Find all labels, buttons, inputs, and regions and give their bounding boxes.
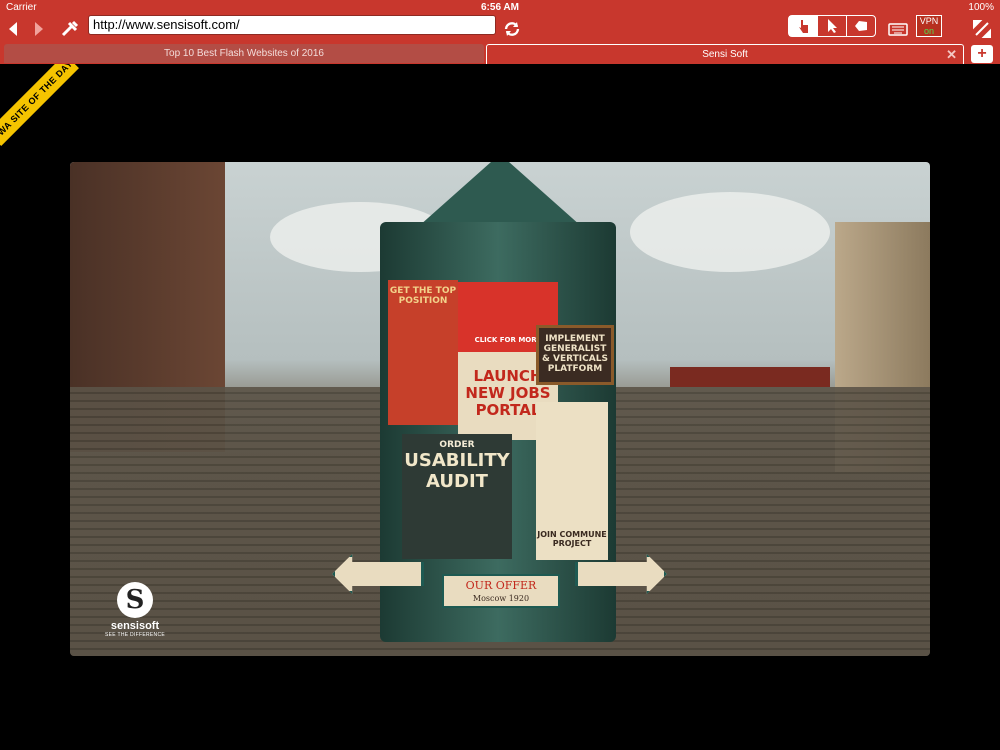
reload-icon[interactable] xyxy=(502,19,522,39)
logo-mark-icon: S xyxy=(117,582,153,618)
vpn-state: on xyxy=(923,26,934,36)
address-bar[interactable]: http://www.sensisoft.com/ xyxy=(88,15,496,35)
touch-mode-icon[interactable] xyxy=(789,16,818,36)
poster-platform[interactable]: IMPLEMENT GENERALIST & VERTICALS PLATFOR… xyxy=(536,325,614,385)
logo-tagline: SEE THE DIFFERENCE xyxy=(104,632,166,638)
tools-icon[interactable] xyxy=(60,19,80,39)
new-tab-button[interactable]: + xyxy=(971,45,993,63)
fwa-badge[interactable]: FWA SITE OF THE DAY xyxy=(0,64,79,146)
keyboard-icon[interactable] xyxy=(888,19,908,39)
sensisoft-logo[interactable]: S sensisoft SEE THE DIFFERENCE xyxy=(100,582,170,638)
browser-toolbar: http://www.sensisoft.com/ VPN on xyxy=(0,15,1000,43)
tab-top10[interactable]: Top 10 Best Flash Websites of 2016 xyxy=(4,44,484,63)
tab-sensisoft-label: Sensi Soft xyxy=(702,49,748,60)
back-arrow-icon[interactable] xyxy=(6,19,20,39)
vpn-label: VPN xyxy=(919,16,939,26)
gesture-mode-icon[interactable] xyxy=(847,16,875,36)
poster-commune[interactable]: JOIN COMMUNE PROJECT xyxy=(536,402,608,560)
offer-subtitle: Moscow 1920 xyxy=(472,594,530,603)
forward-arrow-icon[interactable] xyxy=(32,19,46,39)
cursor-mode-icon[interactable] xyxy=(818,16,847,36)
close-icon[interactable]: ✕ xyxy=(946,45,957,64)
fullscreen-icon[interactable] xyxy=(972,19,992,39)
poster-usability-big: USABILITY AUDIT xyxy=(404,450,510,492)
tab-sensisoft[interactable]: Sensi Soft ✕ xyxy=(486,44,964,64)
cloud xyxy=(630,192,830,272)
vpn-button[interactable]: VPN on xyxy=(916,15,942,37)
offer-sign[interactable]: OUR OFFER Moscow 1920 xyxy=(442,574,560,608)
battery-label: 100% xyxy=(968,2,994,13)
interaction-mode-toggle[interactable] xyxy=(788,15,876,37)
offer-title: OUR OFFER xyxy=(465,579,537,592)
logo-name: sensisoft xyxy=(110,620,160,632)
hero-scene[interactable]: GET THE TOP POSITION CLICK FOR MORE LAUN… xyxy=(70,162,930,656)
tab-bar: Top 10 Best Flash Websites of 2016 Sensi… xyxy=(0,43,1000,64)
poster-usability-top: ORDER xyxy=(439,440,475,450)
clock: 6:56 AM xyxy=(481,2,519,13)
kremlin-wall xyxy=(670,367,830,387)
poster-usability-audit[interactable]: ORDER USABILITY AUDIT xyxy=(402,434,512,559)
web-content: FWA SITE OF THE DAY GET THE TOP POSITION… xyxy=(0,64,1000,750)
status-bar: Carrier 6:56 AM 100% xyxy=(0,0,1000,15)
poster-top-position[interactable]: GET THE TOP POSITION xyxy=(388,280,458,425)
